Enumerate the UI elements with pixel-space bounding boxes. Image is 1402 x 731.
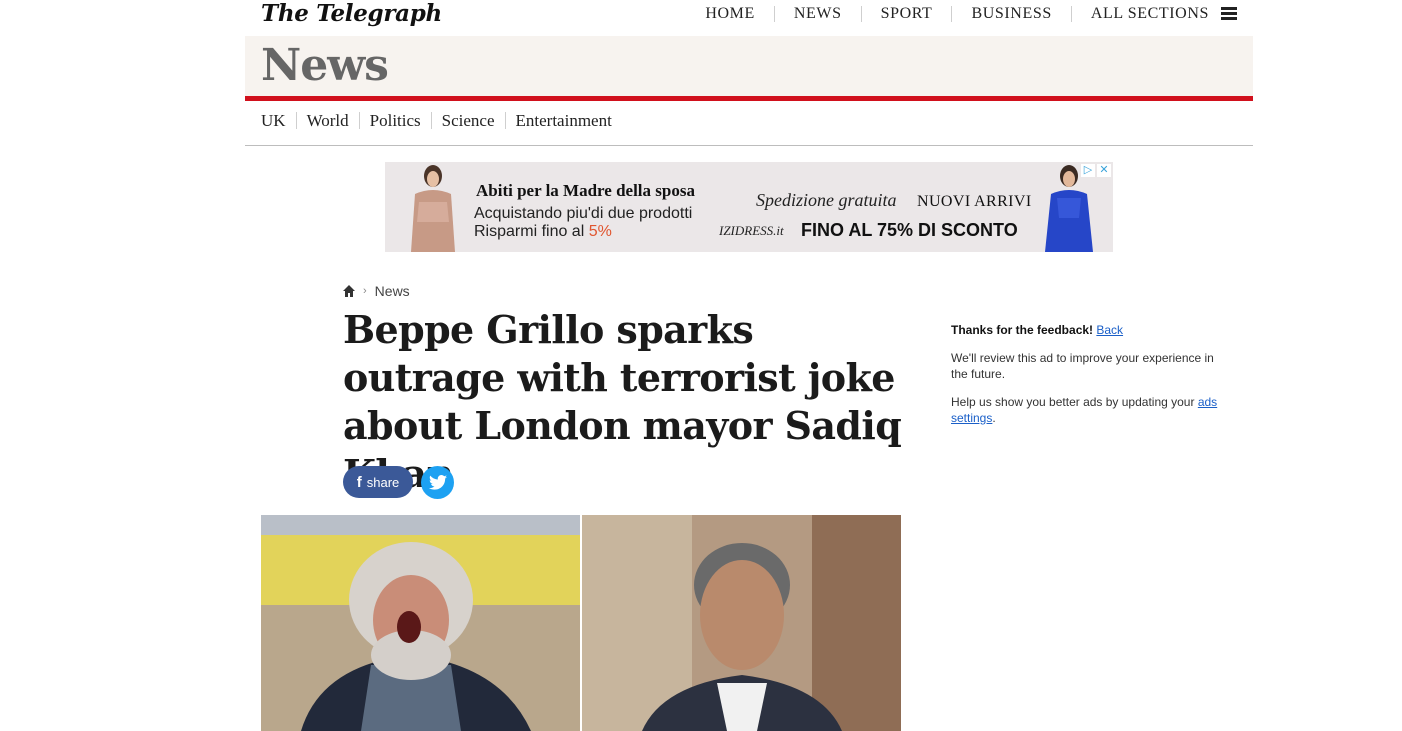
ad-model-image-left [395,162,465,252]
feedback-help-text: Help us show you better ads by updating … [951,395,1198,409]
feedback-review: We'll review this ad to improve your exp… [951,351,1214,381]
ad-text-2: Risparmi fino al 5% [474,223,612,241]
facebook-share-button[interactable]: f share [343,466,413,498]
subnav-politics[interactable]: Politics [358,112,431,129]
photo-sadiq-khan [582,515,901,731]
menu-icon[interactable] [1221,7,1237,21]
feedback-back-link[interactable]: Back [1096,323,1123,337]
twitter-icon [428,475,447,490]
top-nav: HOME NEWS SPORT BUSINESS ALL SECTIONS [686,6,1237,22]
ad-choices: ▷ ✕ [1081,164,1111,177]
nav-home[interactable]: HOME [686,6,775,22]
facebook-icon: f [356,473,362,491]
share-label: share [366,474,400,490]
section-header: News [245,36,1253,96]
subnav-entertainment[interactable]: Entertainment [504,112,622,129]
subnav-divider [245,145,1253,146]
ad-brand: IZIDRESS.it [719,223,784,238]
ad-close-icon[interactable]: ✕ [1097,164,1111,177]
section-subnav: UK World Politics Science Entertainment [261,112,622,129]
photo-beppe-grillo [261,515,580,731]
nav-all-sections[interactable]: ALL SECTIONS [1072,6,1219,22]
section-divider [245,96,1253,101]
telegraph-logo[interactable]: The Telegraph [261,0,442,28]
nav-sport[interactable]: SPORT [862,6,953,22]
ad-text-1: Acquistando piu'di due prodotti [474,205,693,222]
feedback-help-suffix: . [992,411,996,425]
adchoices-icon[interactable]: ▷ [1081,164,1095,177]
breadcrumb: › News [343,283,410,299]
ad-discount: FINO AL 75% DI SCONTO [801,220,1018,240]
feedback-thanks: Thanks for the feedback! [951,323,1094,337]
nav-business[interactable]: BUSINESS [952,6,1072,22]
article-image [261,515,901,731]
ad-feedback-panel: Thanks for the feedback! Back We'll revi… [951,322,1231,438]
home-icon[interactable] [343,285,355,297]
subnav-uk[interactable]: UK [261,112,296,129]
twitter-share-button[interactable] [421,466,454,499]
ad-new-arrivals: NUOVI ARRIVI [917,193,1032,210]
subnav-world[interactable]: World [295,112,359,129]
section-title[interactable]: News [261,40,389,92]
masthead: The Telegraph HOME NEWS SPORT BUSINESS A… [245,0,1253,36]
ad-text-2-prefix: Risparmi fino al [474,223,589,240]
ad-shipping: Spedizione gratuita [756,190,897,210]
breadcrumb-news[interactable]: News [375,283,410,299]
breadcrumb-separator-icon: › [363,285,367,297]
ad-headline: Abiti per la Madre della sposa [476,181,695,200]
nav-news[interactable]: NEWS [775,6,862,22]
ad-banner[interactable]: Abiti per la Madre della sposa Acquistan… [385,162,1113,252]
ad-discount-percent: 5% [588,223,612,240]
subnav-science[interactable]: Science [430,112,505,129]
